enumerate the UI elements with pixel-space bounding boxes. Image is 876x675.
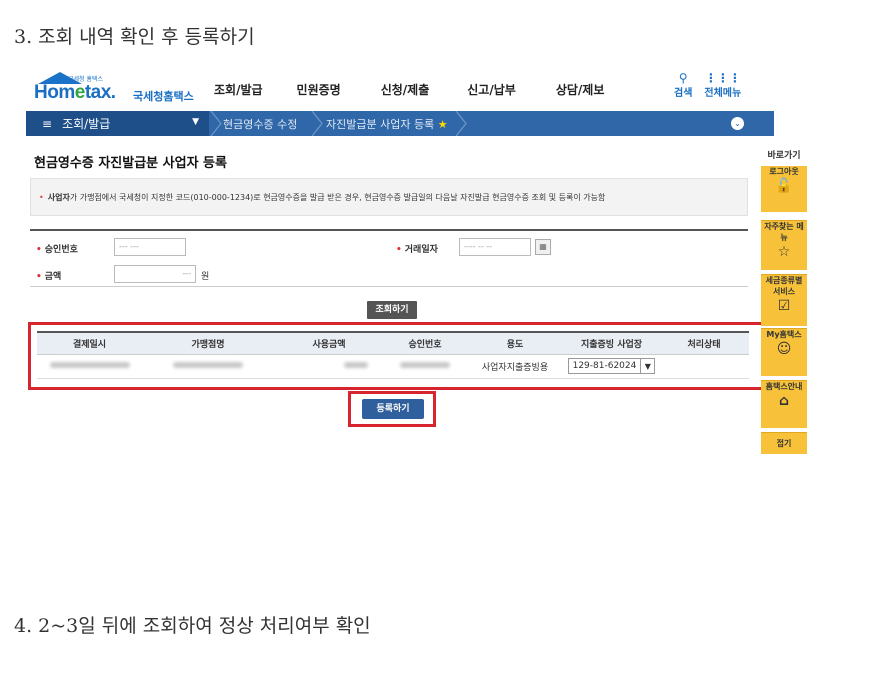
breadcrumb-divider-icon <box>210 111 222 136</box>
transaction-date-input[interactable]: ---- -- -- <box>459 238 531 256</box>
quick-panel-head: 바로가기 <box>767 151 801 161</box>
quick-item-favorites[interactable]: 자주찾는 메뉴 ☆ <box>761 220 807 270</box>
register-highlight-box <box>348 391 436 427</box>
search-form: • 승인번호 --- --- • 거래일자 ---- -- -- ▦ • 금액 ---… <box>30 229 748 287</box>
nav-item-report[interactable]: 신고/납부 <box>467 81 516 98</box>
search-button[interactable]: 조회하기 <box>367 301 417 319</box>
unlock-icon: 🔓 <box>775 178 793 194</box>
amount-label: • 금액 <box>36 272 62 282</box>
table-highlight-box <box>28 322 770 390</box>
site-header: 국세청 홈택스 Hometax. 국세청홈택스 조회/발급 민원증명 신청/제출… <box>26 68 774 108</box>
page-title: 현금영수증 자진발급분 사업자 등록 <box>34 156 227 171</box>
nav-item-certificate[interactable]: 민원증명 <box>297 81 341 98</box>
hamburger-icon: ≡ <box>42 116 53 131</box>
hometax-logo[interactable]: 국세청 홈택스 Hometax. 국세청홈택스 <box>34 72 204 104</box>
checkbox-icon: ☑ <box>777 298 791 314</box>
calendar-icon[interactable]: ▦ <box>535 239 551 255</box>
logo-brand: Hometax. <box>34 82 116 103</box>
breadcrumb-item-self-issue[interactable]: 자진발급분 사업자 등록 ★ <box>326 116 448 132</box>
search-tool[interactable]: ⚲ 검색 <box>674 72 692 99</box>
nav-item-consult[interactable]: 상담/제보 <box>556 81 605 98</box>
main-nav: 조회/발급 민원증명 신청/제출 신고/납부 상담/제보 <box>214 81 638 98</box>
user-icon: ☺ <box>776 341 792 357</box>
nav-item-inquiry[interactable]: 조회/발급 <box>214 81 263 98</box>
quick-item-logout[interactable]: 로그아웃 🔓 <box>761 166 807 212</box>
breadcrumb-divider-icon <box>311 111 323 136</box>
all-menu-tool[interactable]: ⋮⋮⋮ 전체메뉴 <box>704 72 741 99</box>
chevron-down-icon: ▼ <box>192 117 199 127</box>
chevron-down-circle-icon[interactable]: ⌄ <box>731 117 744 130</box>
breadcrumb-divider-icon <box>455 111 467 136</box>
breadcrumb-item-receipt-edit[interactable]: 현금영수증 수정 <box>223 116 297 132</box>
transaction-date-label: • 거래일자 <box>396 245 438 255</box>
bullet-icon: • <box>39 192 44 202</box>
search-icon: ⚲ <box>678 71 688 85</box>
grid-icon: ⋮⋮⋮ <box>704 71 741 85</box>
star-outline-icon: ☆ <box>777 244 791 260</box>
logo-sub-text: 국세청홈택스 <box>133 90 194 103</box>
approval-number-label: • 승인번호 <box>36 245 78 255</box>
star-icon[interactable]: ★ <box>438 118 448 131</box>
quick-panel: 바로가기 로그아웃 🔓 자주찾는 메뉴 ☆ 세금종류별 서비스 ☑ My홈택스 … <box>761 148 807 454</box>
breadcrumb-bar: ≡ 조회/발급 ▼ 현금영수증 수정 자진발급분 사업자 등록 ★ ⌄ <box>26 111 774 136</box>
breadcrumb-menu[interactable]: ≡ 조회/발급 ▼ <box>26 111 209 136</box>
notice-box: • 사업자 가 가맹점에서 국세청이 지정한 코드(010-000-1234)로 … <box>30 178 748 216</box>
quick-item-collapse[interactable]: 접기 <box>761 432 807 454</box>
home-icon: ⌂ <box>778 393 790 409</box>
approval-number-input[interactable]: --- --- <box>114 238 186 256</box>
quick-item-tax-services[interactable]: 세금종류별 서비스 ☑ <box>761 274 807 326</box>
quick-item-guide[interactable]: 홈택스안내 ⌂ <box>761 380 807 428</box>
step3-heading: 3. 조회 내역 확인 후 등록하기 <box>14 26 255 48</box>
quick-item-my-hometax[interactable]: My홈택스 ☺ <box>761 328 807 376</box>
amount-input[interactable]: --- <box>114 265 196 283</box>
step4-heading: 4. 2~3일 뒤에 조회하여 정상 처리여부 확인 <box>14 615 371 637</box>
amount-unit: 원 <box>201 272 210 282</box>
nav-item-apply[interactable]: 신청/제출 <box>381 81 430 98</box>
